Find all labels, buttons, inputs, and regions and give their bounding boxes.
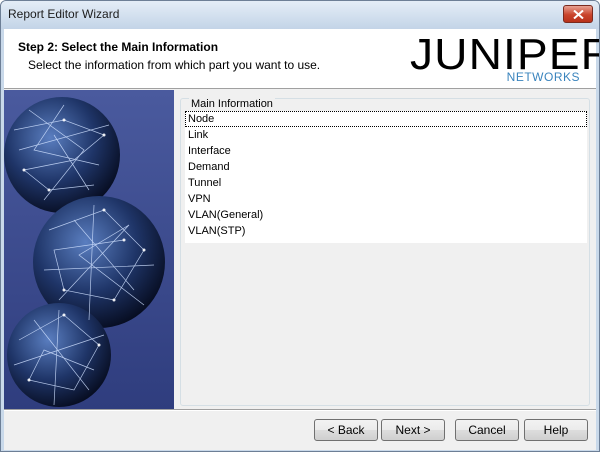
back-button[interactable]: < Back [314,419,378,441]
list-item-demand[interactable]: Demand [185,159,587,175]
footer-divider [4,409,596,411]
side-graphic-panel [4,90,174,409]
logo-subtext: NETWORKS [506,70,580,84]
list-item-vlan-stp[interactable]: VLAN(STP) [185,223,587,239]
close-button[interactable] [563,5,593,23]
list-item-interface[interactable]: Interface [185,143,587,159]
close-icon [573,10,584,19]
report-editor-wizard-window: Report Editor Wizard Step 2: Select the … [0,0,600,452]
step-subtitle: Select the information from which part y… [28,58,321,72]
list-item-link[interactable]: Link [185,127,587,143]
main-information-list[interactable]: Node Link Interface Demand Tunnel VPN VL… [185,111,587,243]
list-item-node[interactable]: Node [185,111,587,127]
list-item-vlan-general[interactable]: VLAN(General) [185,207,587,223]
cancel-button[interactable]: Cancel [455,419,519,441]
wizard-body: Step 2: Select the Main Information Sele… [4,29,599,450]
list-item-tunnel[interactable]: Tunnel [185,175,587,191]
list-item-vpn[interactable]: VPN [185,191,587,207]
main-content: Main Information Node Link Interface Dem… [176,91,596,409]
juniper-logo: JUNIPER NETWORKS [406,31,599,87]
window-title: Report Editor Wizard [8,7,120,21]
help-button[interactable]: Help [524,419,588,441]
main-information-group: Main Information Node Link Interface Dem… [180,98,590,406]
network-globes-image [4,90,174,409]
wizard-header: Step 2: Select the Main Information Sele… [4,29,599,89]
main-information-label: Main Information [189,98,275,110]
next-button[interactable]: Next > [381,419,445,441]
title-bar[interactable]: Report Editor Wizard [1,1,599,29]
step-title: Step 2: Select the Main Information [18,40,219,54]
